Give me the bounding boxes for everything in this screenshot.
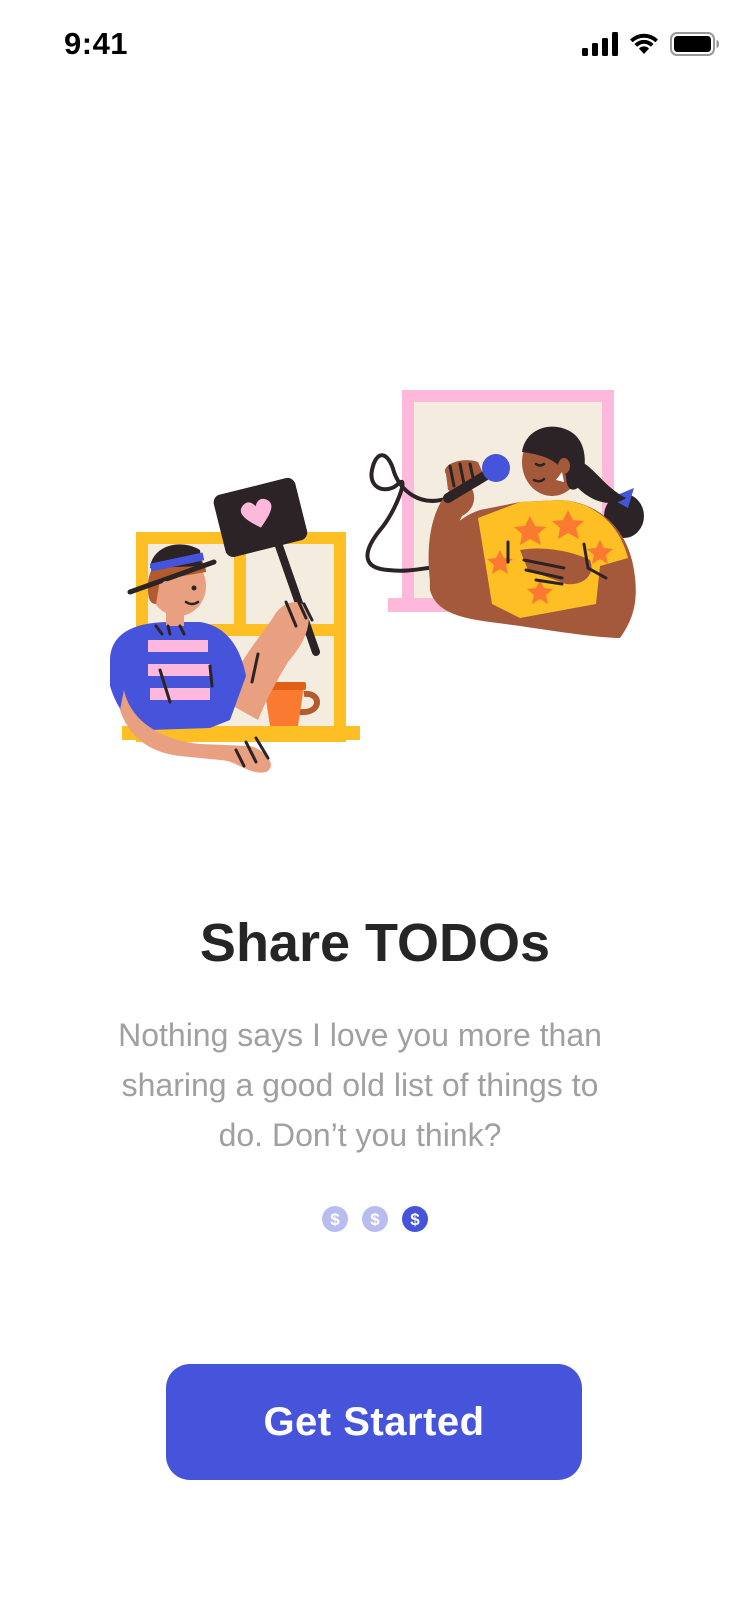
battery-icon: [670, 32, 719, 56]
page-indicator: $ $ $: [0, 1206, 750, 1232]
wifi-icon: [630, 33, 658, 54]
get-started-button[interactable]: Get Started: [166, 1364, 582, 1480]
onboarding-illustration: [110, 390, 644, 773]
description-line: sharing a good old list of things to: [121, 1067, 599, 1103]
description-line: Nothing says I love you more than: [118, 1017, 602, 1053]
page-title: Share TODOs: [199, 913, 551, 973]
status-bar: 9:41: [0, 0, 750, 92]
description: Nothing says I love you more than sharin…: [80, 1010, 640, 1160]
page-dot-1[interactable]: $: [322, 1206, 348, 1232]
page-dot-3[interactable]: $: [402, 1206, 428, 1232]
status-time: 9:41: [64, 26, 129, 61]
signal-icon: [582, 32, 618, 56]
description-line: do. Don’t you think?: [218, 1117, 502, 1153]
page-dot-2[interactable]: $: [362, 1206, 388, 1232]
status-icons: [582, 32, 720, 56]
